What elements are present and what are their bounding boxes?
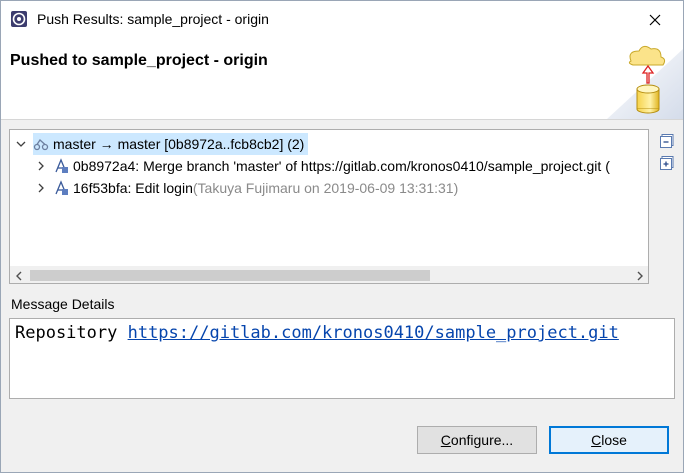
configure-mnemonic: C	[440, 432, 451, 448]
configure-button[interactable]: Configure...	[417, 426, 537, 454]
expand-all-icon[interactable]	[659, 155, 675, 171]
message-details-text[interactable]: Repository https://gitlab.com/kronos0410…	[9, 318, 675, 399]
collapse-all-icon[interactable]	[659, 133, 675, 149]
scroll-right-icon[interactable]	[631, 267, 648, 283]
close-mnemonic: C	[591, 432, 602, 448]
message-details-heading: Message Details	[11, 296, 115, 312]
window-close-button[interactable]	[633, 5, 677, 35]
commit-meta: (Takuya Fujimaru on 2019-06-09 13:31:31)	[192, 180, 459, 196]
horizontal-scrollbar[interactable]	[10, 266, 648, 283]
repository-prefix: Repository	[15, 323, 128, 343]
commit-label: 0b8972a4: Merge branch 'master' of https…	[73, 158, 610, 174]
commit-label: 16f53bfa: Edit login	[73, 180, 193, 196]
tree-row-commit[interactable]: 0b8972a4: Merge branch 'master' of https…	[10, 155, 648, 177]
chevron-down-icon[interactable]	[15, 138, 27, 150]
branch-icon	[33, 139, 49, 151]
close-button[interactable]: Close	[549, 426, 669, 454]
window-title: Push Results: sample_project - origin	[37, 11, 269, 27]
eclipse-app-icon	[11, 11, 27, 27]
tree-row-commit[interactable]: 16f53bfa: Edit login (Takuya Fujimaru on…	[10, 177, 648, 199]
close-icon	[649, 14, 661, 26]
chevron-right-icon[interactable]	[35, 160, 47, 172]
push-results-tree[interactable]: master → master [0b8972a..fcb8cb2] (2) 0…	[9, 129, 649, 284]
close-label: lose	[601, 432, 627, 448]
scrollbar-thumb[interactable]	[30, 270, 430, 281]
commit-icon	[55, 180, 68, 195]
push-to-cloud-icon	[607, 45, 683, 119]
banner-title: Pushed to sample_project - origin	[10, 52, 268, 69]
tree-row-ref-update[interactable]: master → master [0b8972a..fcb8cb2] (2)	[10, 133, 648, 155]
configure-label: onfigure...	[450, 432, 514, 448]
push-results-dialog: Push Results: sample_project - origin Pu…	[0, 0, 684, 473]
repository-link[interactable]: https://gitlab.com/kronos0410/sample_pro…	[128, 323, 619, 343]
ref-update-label: master → master [0b8972a..fcb8cb2] (2)	[53, 136, 305, 152]
commit-icon	[55, 158, 68, 173]
dialog-banner: Pushed to sample_project - origin	[1, 39, 683, 120]
chevron-right-icon[interactable]	[35, 182, 47, 194]
scroll-left-icon[interactable]	[10, 267, 27, 283]
title-bar: Push Results: sample_project - origin	[1, 1, 683, 39]
